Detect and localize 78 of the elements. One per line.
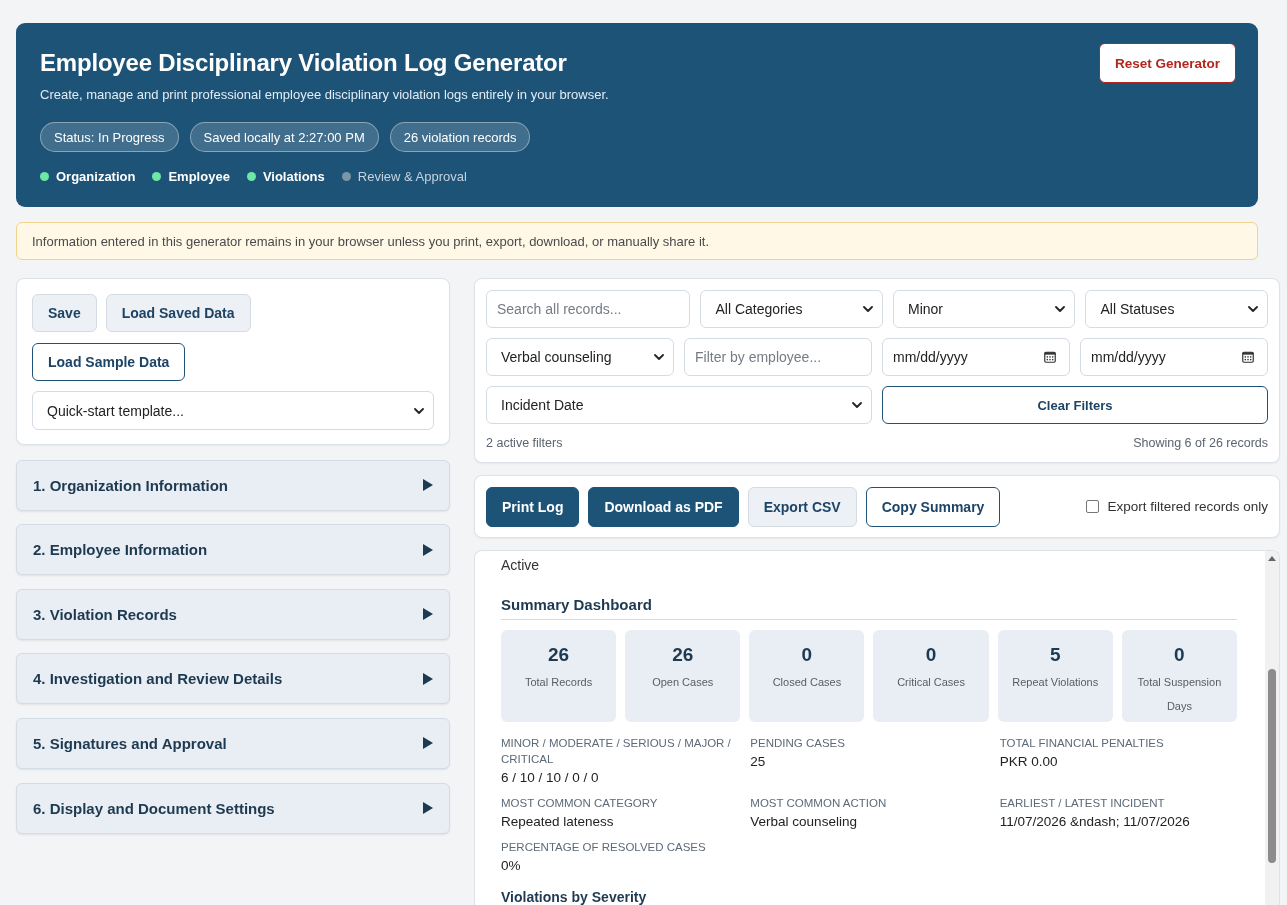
export-filtered-option[interactable]: Export filtered records only (1086, 499, 1268, 514)
stat-label: Total Records (524, 675, 593, 690)
action-button[interactable]: Print Log (486, 486, 580, 527)
status-pill: 26 violation records (389, 122, 531, 152)
chevron-down-icon (862, 306, 873, 312)
stat-label: Repeat Violations (1012, 675, 1099, 690)
chevron-down-icon (1248, 306, 1258, 312)
reset-button[interactable]: Reset Generator (1098, 43, 1236, 83)
arrow-up-icon[interactable] (1268, 556, 1276, 561)
detail-label: MOST COMMON ACTION (750, 796, 888, 811)
date-field[interactable]: mm/dd/yyyy (882, 338, 1070, 376)
filter-select[interactable]: All Statuses (1085, 290, 1268, 328)
detail-label: PERCENTAGE OF RESOLVED CASES (501, 840, 707, 855)
stat-value: 0 (1174, 643, 1185, 667)
detail-value: Repeated lateness (501, 813, 615, 831)
detail-value: 6 / 10 / 10 / 0 / 0 (501, 769, 600, 787)
step-label: Organization (56, 169, 136, 184)
action-button[interactable]: Download as PDF (588, 486, 739, 527)
privacy-notice: Information entered in this generator remains in your browser unless you print, export, download, or manually share it. (16, 222, 1258, 260)
accordion-header[interactable]: 5. Signatures and Approval (16, 717, 450, 769)
data-button[interactable]: Load Sample Data (32, 343, 186, 381)
section-heading: Summary Dashboard (501, 596, 1237, 620)
detail-label: PENDING CASES (750, 736, 846, 751)
status-pill: Saved locally at 2:27:00 PM (189, 122, 379, 152)
filter-field[interactable]: Filter by employee... (684, 338, 872, 376)
step-label: Employee (168, 169, 230, 184)
page-subtitle: Create, manage and print professional employee disciplinary violation logs entirely in your browser. (40, 87, 609, 103)
stat-value: 0 (801, 643, 813, 667)
accordion-header[interactable]: 3. Violation Records (16, 588, 450, 640)
accordion-header[interactable]: 6. Display and Document Settings (16, 782, 450, 834)
accordion-header[interactable]: 4. Investigation and Review Details (16, 653, 450, 705)
preview-text: Active (501, 556, 541, 574)
detail-label: MINOR / MODERATE / SERIOUS / MAJOR / CRITICAL (501, 736, 732, 767)
template-select[interactable]: Quick-start template... (32, 391, 434, 430)
section-heading: Violations by Severity (501, 889, 648, 905)
action-button[interactable]: Copy Summary (865, 486, 1001, 527)
filter-select[interactable]: Incident Date (486, 386, 872, 424)
detail-value: 11/07/2026 &ndash; 11/07/2026 (999, 813, 1191, 831)
filter-select[interactable]: Minor (892, 290, 1076, 328)
action-button[interactable]: Export CSV (747, 486, 857, 527)
chevron-down-icon (414, 407, 424, 414)
filter-select[interactable]: Verbal counseling (486, 338, 674, 376)
checkbox[interactable] (1086, 500, 1100, 513)
data-button[interactable]: Save (32, 294, 97, 332)
stat-value: 26 (548, 643, 570, 667)
data-button[interactable]: Load Saved Data (105, 294, 251, 332)
calendar-icon (1044, 351, 1056, 363)
chevron-down-icon (1055, 306, 1066, 312)
filter-field[interactable]: Search all records... (486, 290, 691, 328)
step-label: Review & Approval (357, 169, 467, 184)
stat-label: Open Cases (652, 675, 714, 690)
active-filters-count: 2 active filters (486, 436, 563, 450)
stat-label: Closed Cases (772, 675, 842, 690)
detail-label: EARLIEST / LATEST INCIDENT (999, 796, 1166, 811)
date-field[interactable]: mm/dd/yyyy (1080, 338, 1268, 376)
detail-label: TOTAL FINANCIAL PENALTIES (999, 736, 1165, 751)
accordion-header[interactable]: 1. Organization Information (16, 459, 450, 511)
accordion-header[interactable]: 2. Employee Information (16, 524, 450, 576)
detail-value: 25 (750, 753, 767, 771)
scrollbar[interactable] (1265, 551, 1279, 905)
status-pill: Status: In Progress (40, 122, 179, 152)
detail-value: PKR 0.00 (999, 753, 1059, 771)
detail-value: 0% (501, 857, 522, 875)
chevron-down-icon (654, 354, 664, 360)
chevron-down-icon (852, 402, 862, 408)
detail-value: Verbal counseling (750, 813, 858, 831)
page-title: Employee Disciplinary Violation Log Generator (40, 48, 568, 78)
detail-label: MOST COMMON CATEGORY (501, 796, 659, 811)
stat-value: 0 (925, 643, 937, 667)
stat-value: 26 (672, 643, 694, 667)
step-label: Violations (262, 169, 325, 184)
calendar-icon (1242, 351, 1254, 363)
filter-select[interactable]: All Categories (700, 290, 883, 328)
records-count: Showing 6 of 26 records (1133, 436, 1268, 450)
clear-filters-button[interactable]: Clear Filters (882, 386, 1268, 424)
stat-label: Total Suspension Days (1136, 675, 1223, 714)
stat-value: 5 (1049, 643, 1061, 667)
stat-label: Critical Cases (897, 675, 965, 690)
